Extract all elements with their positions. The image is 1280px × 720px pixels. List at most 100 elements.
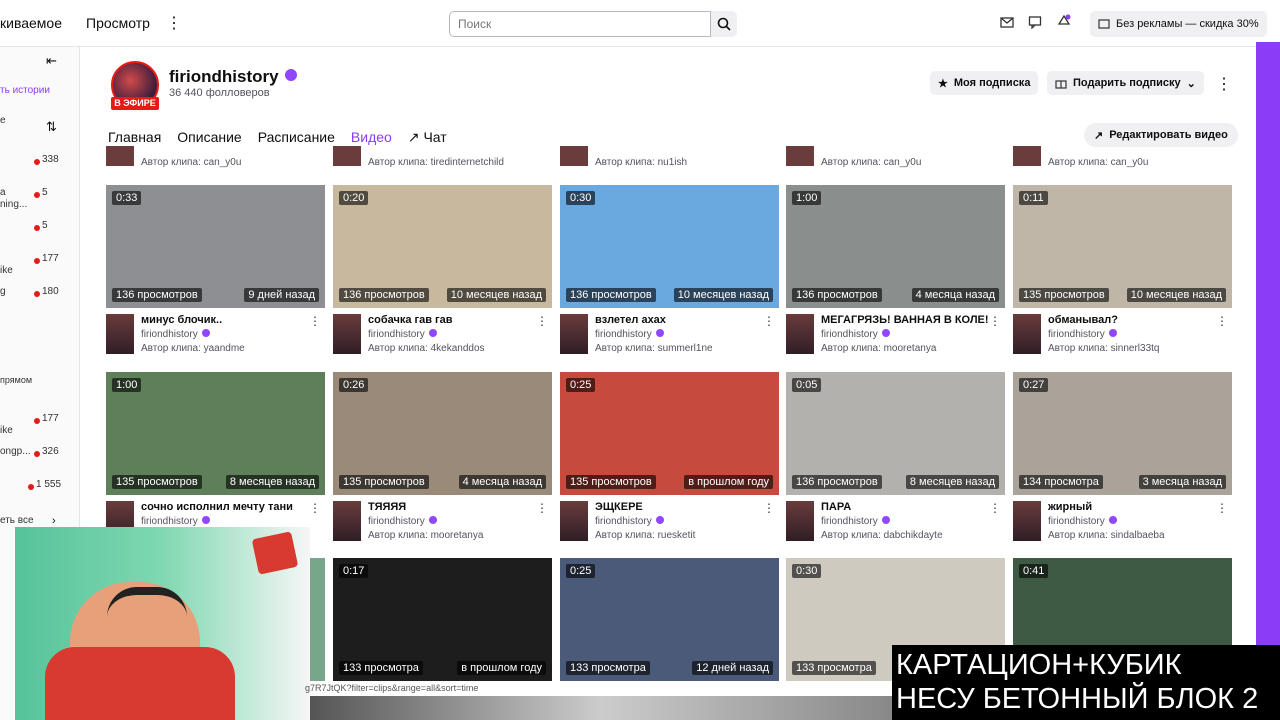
clip-thumbnail[interactable]: 0:05 136 просмотров 8 месяцев назад [786, 372, 1005, 495]
clip-title[interactable]: ПАРА [821, 501, 991, 513]
viewer-count: 1 555 [36, 479, 62, 490]
clip-avatar[interactable] [560, 314, 588, 354]
clip-more-icon[interactable]: ⋮ [536, 501, 548, 515]
clip-channel[interactable]: firiondhistory [595, 516, 664, 527]
channel-tabs: Главная Описание Расписание Видео ↗ Чат [108, 129, 447, 146]
edit-videos-button[interactable]: ↗ Редактировать видео [1084, 123, 1238, 147]
viewer-count: 5 [42, 187, 48, 198]
clip-title[interactable]: взлетел ахах [595, 314, 765, 326]
clip-more-icon[interactable]: ⋮ [763, 314, 775, 328]
clip-channel[interactable]: firiondhistory [821, 516, 890, 527]
clip-thumbnail[interactable]: 1:00 135 просмотров 8 месяцев назад [106, 372, 325, 495]
sidebar-item[interactable]: 1 555 [0, 479, 79, 495]
clip-more-icon[interactable]: ⋮ [309, 501, 321, 515]
sidebar-item[interactable]: g 180 [0, 286, 79, 302]
clip-more-icon[interactable]: ⋮ [763, 501, 775, 515]
clip-thumbnail[interactable]: 0:26 135 просмотров 4 месяца назад [333, 372, 552, 495]
inbox-icon[interactable] [1000, 15, 1014, 29]
viewer-count: 180 [42, 286, 59, 297]
external-link-icon: ↗ [407, 129, 424, 145]
live-dot [28, 484, 34, 490]
clip-title[interactable]: МЕГАГРЯЗЬ! ВАННАЯ В КОЛЕ! [821, 314, 991, 326]
clip-title[interactable]: обманывал? [1048, 314, 1218, 326]
gift-sub-button[interactable]: Подарить подписку ⌄ [1047, 71, 1204, 95]
clip-thumbnail[interactable]: 0:11 135 просмотров 10 месяцев назад [1013, 185, 1232, 308]
tab-schedule[interactable]: Расписание [258, 129, 335, 146]
tab-videos[interactable]: Видео [351, 129, 392, 146]
clip-more-icon[interactable]: ⋮ [1216, 501, 1228, 515]
clip-avatar[interactable] [1013, 501, 1041, 541]
sidebar-story-link[interactable]: ть истории [0, 85, 50, 96]
search-button[interactable] [711, 11, 737, 37]
whispers-icon[interactable] [1028, 15, 1042, 29]
sidebar-item[interactable]: ongp... 326 [0, 446, 79, 462]
live-dot [34, 225, 40, 231]
sidebar-item[interactable]: 5 [0, 220, 79, 236]
subscription-button[interactable]: ★ Моя подписка [930, 71, 1039, 95]
clip-channel[interactable]: firiondhistory [368, 329, 437, 340]
clip-meta-partial[interactable]: Автор клипа: can_y0u [786, 146, 1005, 174]
clip-avatar[interactable] [786, 501, 814, 541]
clip-title[interactable]: ТЯЯЯЯ [368, 501, 538, 513]
tab-about[interactable]: Описание [177, 129, 241, 146]
clip-thumbnail[interactable]: 0:30 136 просмотров 10 месяцев назад [560, 185, 779, 308]
sidebar-item[interactable]: ike [0, 425, 79, 441]
clip-avatar[interactable] [1013, 314, 1041, 354]
more-menu-icon[interactable]: ⋮ [166, 13, 182, 33]
tab-browse[interactable]: Просмотр [86, 15, 150, 31]
sidebar-item-label: ongp... [0, 446, 31, 457]
clip-more-icon[interactable]: ⋮ [309, 314, 321, 328]
clip-more-icon[interactable]: ⋮ [536, 314, 548, 328]
clip-title[interactable]: собачка гав гав [368, 314, 538, 326]
sidebar-item[interactable]: ike [0, 265, 79, 281]
clip-avatar[interactable] [786, 314, 814, 354]
clip-channel[interactable]: firiondhistory [821, 329, 890, 340]
clip-meta: минус блочик.. firiondhistory Автор клипа:… [106, 314, 325, 358]
clip-channel[interactable]: firiondhistory [141, 516, 210, 527]
clip-thumbnail[interactable]: 0:25 135 просмотров в прошлом году [560, 372, 779, 495]
sidebar-item[interactable]: 338 [0, 154, 79, 170]
clip-meta-partial[interactable]: Автор клипа: tiredinternetchild [333, 146, 552, 174]
clip-avatar[interactable] [333, 314, 361, 354]
tab-home[interactable]: Главная [108, 129, 161, 146]
search-input[interactable]: Поиск [449, 11, 711, 37]
clip-thumbnail[interactable]: 0:17 133 просмотра в прошлом году [333, 558, 552, 681]
clip-avatar[interactable] [560, 501, 588, 541]
clip-title[interactable]: сочно исполнил мечту тани [141, 501, 311, 513]
clip-channel[interactable]: firiondhistory [1048, 329, 1117, 340]
clip-thumbnail[interactable]: 0:20 136 просмотров 10 месяцев назад [333, 185, 552, 308]
collapse-sidebar-icon[interactable]: ⇤ [46, 53, 57, 69]
promo-button[interactable]: Без рекламы — скидка 30% [1090, 11, 1267, 37]
clip-channel[interactable]: firiondhistory [141, 329, 210, 340]
clip-title[interactable]: минус блочик.. [141, 314, 311, 326]
clip-meta-partial[interactable]: Автор клипа: can_y0u [106, 146, 325, 174]
sidebar-item[interactable]: ning... [0, 199, 79, 215]
clip-more-icon[interactable]: ⋮ [989, 501, 1001, 515]
clip-meta-partial[interactable]: Автор клипа: can_y0u [1013, 146, 1232, 174]
clip-avatar[interactable] [106, 314, 134, 354]
clip-avatar[interactable] [333, 501, 361, 541]
clip-thumbnail[interactable]: 0:33 136 просмотров 9 дней назад [106, 185, 325, 308]
clip-channel[interactable]: firiondhistory [1048, 516, 1117, 527]
clip-channel-name: firiondhistory [368, 516, 425, 527]
tab-following[interactable]: киваемое [0, 15, 62, 31]
sidebar-item-label: а [0, 187, 6, 198]
channel-more-icon[interactable]: ⋮ [1216, 74, 1232, 94]
clip-thumbnail[interactable]: 0:27 134 просмотра 3 месяца назад [1013, 372, 1232, 495]
clip-more-icon[interactable]: ⋮ [1216, 314, 1228, 328]
clip-title[interactable]: ЭЩКЕРЕ [595, 501, 765, 513]
clip-more-icon[interactable]: ⋮ [989, 314, 1001, 328]
clip-title[interactable]: жирный [1048, 501, 1218, 513]
clip-thumbnail[interactable]: 1:00 136 просмотров 4 месяца назад [786, 185, 1005, 308]
verified-icon [201, 516, 210, 524]
clip-channel[interactable]: firiondhistory [595, 329, 664, 340]
notifications-icon[interactable] [1056, 14, 1072, 30]
clip-meta: взлетел ахах firiondhistory Автор клипа: s… [560, 314, 779, 358]
clip-thumbnail[interactable]: 0:25 133 просмотра 12 дней назад [560, 558, 779, 681]
clip-meta-partial[interactable]: Автор клипа: nu1ish [560, 146, 779, 174]
sidebar-section-label: прямом [0, 375, 33, 385]
sidebar-item[interactable]: е [0, 115, 79, 131]
clip-channel[interactable]: firiondhistory [368, 516, 437, 527]
clip-author: Автор клипа: yaandme [141, 343, 245, 354]
tab-chat[interactable]: ↗ Чат [408, 129, 447, 146]
